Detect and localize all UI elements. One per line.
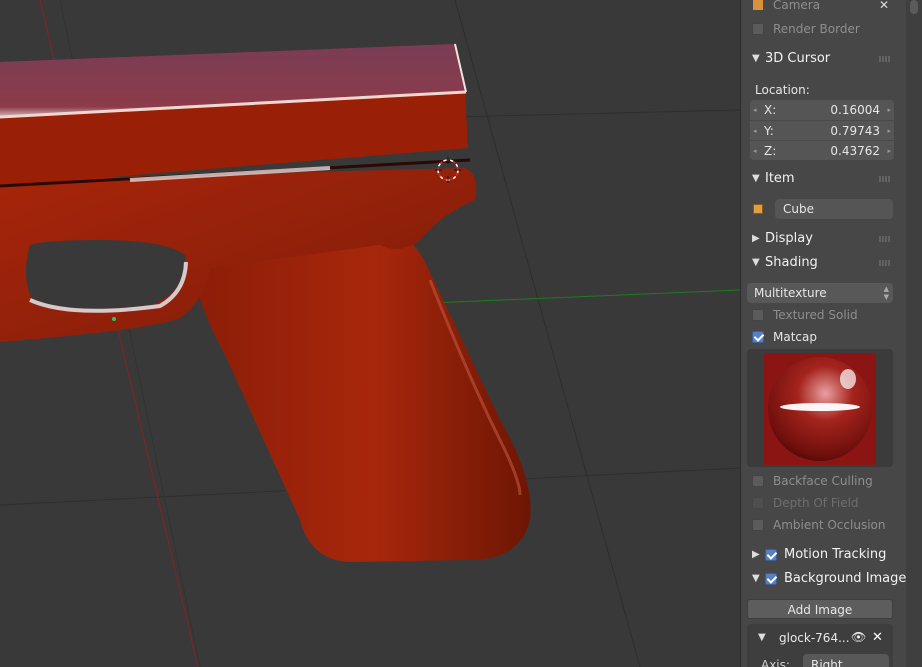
cursor-x-label: X: (764, 103, 777, 117)
motion-tracking-checkbox[interactable] (765, 549, 777, 561)
ambient-occlusion-label: Ambient Occlusion (773, 518, 886, 532)
drag-grip-icon[interactable] (879, 176, 891, 182)
disclosure-triangle-icon[interactable]: ▼ (752, 169, 760, 189)
matcap-row[interactable]: Matcap (741, 327, 907, 347)
render-border-checkbox[interactable] (752, 23, 764, 35)
axis-label: Axis: (761, 658, 790, 667)
shading-mode-select[interactable]: Multitexture ▲ ▼ (747, 283, 893, 303)
item-section-title: Item (765, 171, 795, 186)
textured-solid-checkbox[interactable] (752, 309, 764, 321)
background-image-checkbox[interactable] (765, 573, 777, 585)
eye-icon[interactable]: 👁 (851, 630, 866, 644)
ambient-occlusion-row[interactable]: Ambient Occlusion (741, 515, 907, 535)
3d-viewport[interactable] (0, 0, 740, 667)
ambient-occlusion-checkbox[interactable] (752, 519, 764, 531)
cursor-y-field[interactable]: ◂ Y: 0.79743 ▸ (750, 120, 894, 140)
properties-panel: Camera ✕ Render Border ▼ 3D Cursor Locat… (740, 0, 922, 667)
backface-culling-row[interactable]: Backface Culling (741, 471, 907, 491)
matcap-sphere-image[interactable] (764, 353, 876, 465)
motion-tracking-title: Motion Tracking (784, 547, 887, 562)
disclosure-triangle-icon[interactable]: ▼ (752, 49, 760, 69)
matcap-checkbox[interactable] (752, 331, 764, 343)
render-border-row[interactable]: Render Border (741, 19, 907, 39)
drag-grip-icon[interactable] (879, 260, 891, 266)
disclosure-triangle-icon[interactable]: ▼ (758, 632, 766, 643)
cursor-z-value: 0.43762 (830, 144, 880, 158)
camera-label: Camera (773, 0, 821, 12)
item-name-row: Cube (741, 199, 907, 219)
viewport-canvas (0, 0, 740, 667)
cursor-y-label: Y: (764, 124, 774, 138)
disclosure-triangle-icon[interactable]: ▶ (752, 545, 760, 565)
disclosure-triangle-icon[interactable]: ▶ (752, 229, 760, 249)
textured-solid-row[interactable]: Textured Solid (741, 305, 907, 325)
close-icon[interactable]: ✕ (872, 630, 883, 645)
depth-of-field-checkbox (752, 497, 764, 509)
background-image-section-header[interactable]: ▼ Background Image (741, 569, 907, 589)
display-section-header[interactable]: ▶ Display (741, 229, 907, 249)
cursor-y-value: 0.79743 (830, 124, 880, 138)
axis-select[interactable]: Right (803, 654, 889, 667)
disclosure-triangle-icon[interactable]: ▼ (752, 569, 760, 589)
shading-section-header[interactable]: ▼ Shading (741, 253, 907, 273)
gun-model (0, 43, 531, 562)
background-image-title: Background Image (784, 571, 907, 586)
close-icon[interactable]: ✕ (879, 0, 889, 15)
drag-grip-icon[interactable] (879, 56, 891, 62)
shading-section-title: Shading (765, 255, 818, 270)
item-name-field[interactable]: Cube (775, 199, 893, 219)
x-axis-line (429, 289, 740, 304)
display-section-title: Display (765, 231, 813, 246)
cursor-section-header[interactable]: ▼ 3D Cursor (741, 49, 907, 69)
camera-row: Camera ✕ (741, 0, 907, 15)
axis-value: Right (811, 658, 843, 667)
depth-of-field-row: Depth Of Field (741, 493, 907, 513)
background-image-name: glock-764... (779, 631, 850, 645)
cursor-z-label: Z: (764, 144, 777, 158)
background-image-entry: ▼ glock-764... 👁 ✕ Axis: Right (747, 624, 893, 667)
cube-icon (753, 204, 763, 214)
drag-grip-icon[interactable] (879, 236, 891, 242)
cursor-x-value: 0.16004 (830, 103, 880, 117)
cursor-z-field[interactable]: ◂ Z: 0.43762 ▸ (750, 140, 894, 160)
matcap-preview-frame[interactable] (747, 349, 893, 467)
dropdown-arrows-icon: ▲ ▼ (883, 285, 889, 301)
backface-culling-checkbox[interactable] (752, 475, 764, 487)
item-name-value: Cube (783, 202, 814, 216)
cube-icon (753, 0, 763, 10)
location-label: Location: (755, 83, 810, 97)
disclosure-triangle-icon[interactable]: ▼ (752, 253, 760, 273)
depth-of-field-label: Depth Of Field (773, 496, 859, 510)
backface-culling-label: Backface Culling (773, 474, 873, 488)
motion-tracking-section-header[interactable]: ▶ Motion Tracking (741, 545, 907, 565)
render-border-label: Render Border (773, 22, 860, 36)
matcap-label: Matcap (773, 330, 817, 344)
textured-solid-label: Textured Solid (773, 308, 858, 322)
cursor-x-field[interactable]: ◂ X: 0.16004 ▸ (750, 100, 894, 120)
shading-mode-value: Multitexture (754, 286, 827, 300)
panel-scrollbar[interactable] (906, 0, 922, 667)
add-image-button[interactable]: Add Image (747, 599, 893, 619)
cursor-section-title: 3D Cursor (765, 51, 831, 66)
item-section-header[interactable]: ▼ Item (741, 169, 907, 189)
scrollbar-thumb[interactable] (910, 0, 918, 14)
